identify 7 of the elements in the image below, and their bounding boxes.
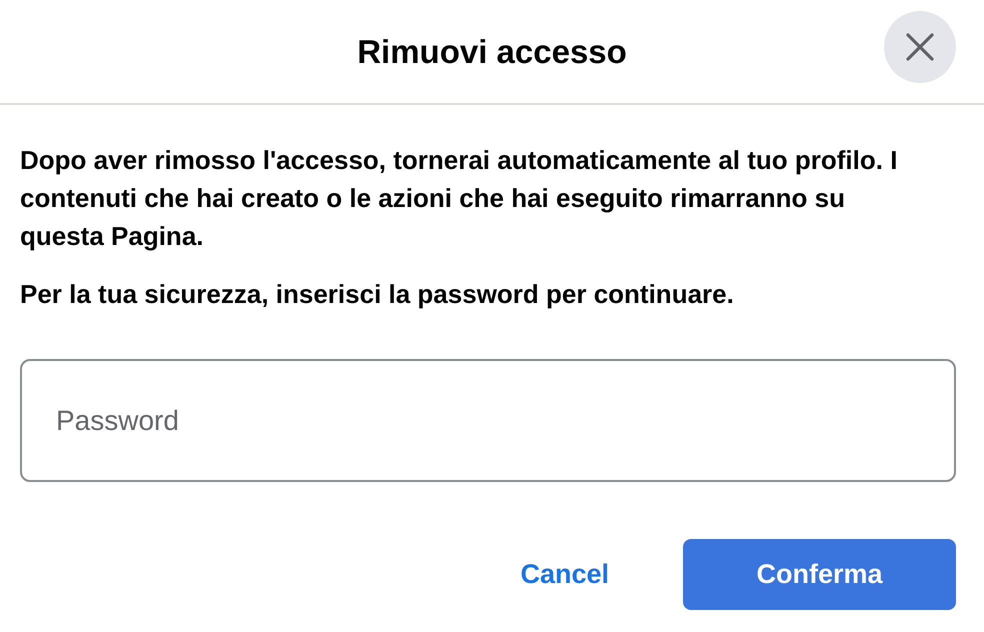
- body-text: Dopo aver rimosso l'accesso, tornerai automaticamente al tuo profilo. I contenuti che hai creato o le azioni che hai eseguito rimarranno su questa Pagina.: [20, 144, 898, 253]
- dialog-title: Rimuovi accesso: [357, 32, 627, 70]
- body-text: Per la tua sicurezza, inserisci la password per continuare.: [20, 278, 735, 311]
- close-icon: [905, 32, 935, 62]
- confirm-button[interactable]: Conferma: [683, 539, 956, 610]
- cancel-button[interactable]: Cancel: [478, 551, 651, 598]
- password-field[interactable]: Password: [20, 359, 956, 482]
